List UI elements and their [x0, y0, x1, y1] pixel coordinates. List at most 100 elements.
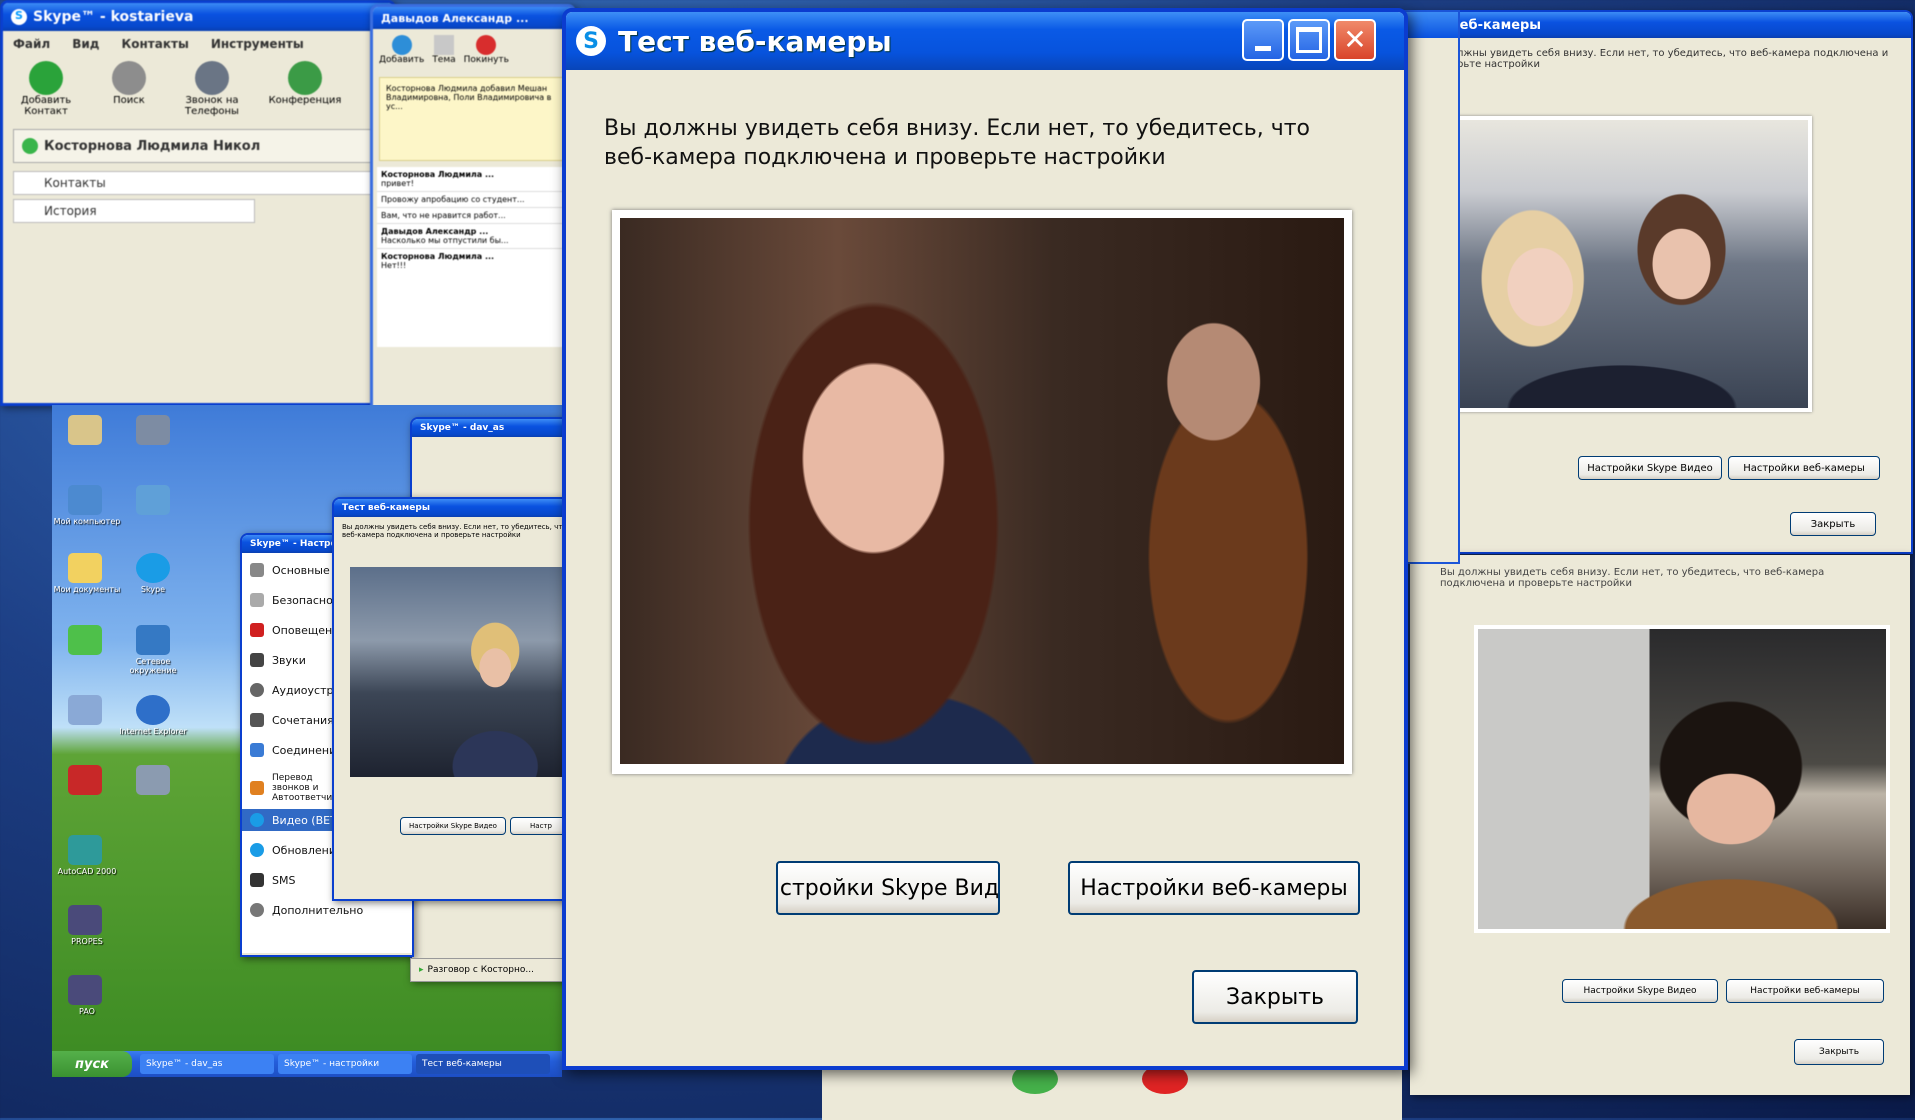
connection-icon — [250, 743, 264, 757]
maximize-icon — [1296, 27, 1322, 53]
search-button[interactable]: Поиск — [99, 61, 159, 117]
taskbar: пуск Skype™ - dav_as Skype™ - настройки … — [52, 1051, 562, 1077]
right-test-instruction: Вы должны увидеть себя внизу. Если нет, … — [1426, 48, 1889, 70]
internet-explorer-icon[interactable] — [136, 695, 170, 725]
desktop-skype-video-settings-button[interactable]: Настройки Skype Видео — [400, 817, 506, 835]
keyboard-icon — [250, 713, 264, 727]
pao-icon[interactable] — [68, 975, 102, 1005]
right-bottom-test-window: Вы должны увидеть себя внизу. Если нет, … — [1410, 555, 1910, 1095]
maximize-button[interactable] — [1288, 19, 1330, 61]
call-phones-button[interactable]: Звонок на Телефоны — [177, 61, 247, 117]
chat-leave-label: Покинуть — [463, 55, 509, 65]
history-tab[interactable]: История — [13, 199, 255, 223]
right-bottom-skype-video-settings-button[interactable]: Настройки Skype Видео — [1562, 979, 1718, 1003]
ie-icon[interactable] — [68, 485, 102, 515]
settings-item-sounds[interactable]: Звуки — [250, 653, 306, 667]
skype-main-titlebar: S Skype™ - kostarieva — [3, 3, 393, 31]
main-test-title: Тест веб-камеры — [618, 24, 892, 58]
autocad-icon[interactable] — [68, 835, 102, 865]
network-places-icon[interactable] — [136, 625, 170, 655]
network-places-label: Сетевое окружение — [129, 657, 177, 675]
propes-label: PROPES — [71, 937, 103, 946]
network-icon[interactable] — [136, 485, 170, 515]
desktop-skype-titlebar: Skype™ - dav_as — [412, 419, 562, 437]
leave-icon — [476, 35, 497, 55]
phone-icon — [195, 61, 229, 95]
skype-main-title: Skype™ - kostarieva — [33, 9, 194, 25]
chat-add-button[interactable]: Добавить — [379, 35, 424, 65]
call-phones-label: Звонок на Телефоны — [185, 95, 239, 117]
settings-item-updates[interactable]: Обновления — [250, 843, 343, 857]
conference-button[interactable]: Конференция — [265, 61, 345, 117]
settings-item-general[interactable]: Основные — [250, 563, 330, 577]
flag-icon — [250, 623, 264, 637]
internet-explorer-label: Internet Explorer — [119, 727, 187, 736]
settings-item-label: Основные — [272, 563, 330, 577]
settings-item-sms[interactable]: SMS — [250, 873, 295, 887]
folder-icon[interactable] — [68, 625, 102, 655]
taskbar-task[interactable]: Skype™ - настройки — [278, 1054, 412, 1074]
menu-view[interactable]: Вид — [72, 37, 99, 51]
chat-topic-button[interactable]: Тема — [432, 35, 456, 65]
add-contact-label: Добавить Контакт — [20, 95, 72, 117]
conference-icon — [288, 61, 322, 95]
right-skype-video-settings-button[interactable]: Настройки Skype Видео — [1578, 456, 1722, 480]
menu-file[interactable]: Файл — [13, 37, 50, 51]
general-icon — [250, 563, 264, 577]
chat-leave-button[interactable]: Покинуть — [464, 35, 509, 65]
minimize-button[interactable] — [1242, 19, 1284, 61]
acrobat-icon[interactable] — [68, 765, 102, 795]
chat-text: Нет!!! — [381, 261, 407, 270]
gear-icon — [250, 903, 264, 917]
settings-item-advanced[interactable]: Дополнительно — [250, 903, 363, 917]
my-documents-icon[interactable] — [68, 553, 102, 583]
skype-desktop-icon[interactable] — [136, 553, 170, 583]
settings-item-connection[interactable]: Соединение — [250, 743, 343, 757]
video-icon — [250, 813, 264, 827]
recycle-bin-icon[interactable] — [136, 415, 170, 445]
skype-video-settings-button[interactable]: Настройки Skype Видео — [776, 861, 1000, 915]
right-bottom-webcam-settings-button[interactable]: Настройки веб-камеры — [1726, 979, 1884, 1003]
my-documents-label: Мои документы — [53, 585, 121, 594]
menu-contacts[interactable]: Контакты — [121, 37, 188, 51]
menu-tools[interactable]: Инструменты — [211, 37, 304, 51]
start-button[interactable]: пуск — [52, 1051, 132, 1077]
webcam-settings-button[interactable]: Настройки веб-камеры — [1068, 861, 1360, 915]
hidden-window-title-strip — [1402, 12, 1458, 38]
desktop-test-titlebar: Тест веб-камеры — [334, 499, 562, 517]
chat-window: Давыдов Александр ... Добавить Тема Поки… — [370, 4, 576, 410]
right-bottom-video-preview — [1474, 625, 1890, 933]
taskbar-task-active[interactable]: Тест веб-камеры — [416, 1054, 550, 1074]
desktop-test-instruction: Вы должны увидеть себя внизу. Если нет, … — [342, 523, 562, 539]
search-icon — [112, 61, 146, 95]
right-close-button[interactable]: Закрыть — [1790, 512, 1876, 536]
right-webcam-settings-button[interactable]: Настройки веб-камеры — [1728, 456, 1880, 480]
add-contact-button[interactable]: Добавить Контакт — [11, 61, 81, 117]
desktop-test-video-preview — [350, 567, 562, 777]
skype-status-bar[interactable]: Косторнова Людмила Никол — [13, 129, 383, 163]
close-button[interactable]: Закрыть — [1192, 970, 1358, 1024]
desktop-webcam-settings-button[interactable]: Настр — [510, 817, 562, 835]
settings-item-label: SMS — [272, 873, 296, 887]
chat-titlebar: Давыдов Александр ... — [373, 7, 573, 29]
propes-icon[interactable] — [68, 905, 102, 935]
close-window-button[interactable]: ✕ — [1334, 19, 1376, 61]
main-test-window: S Тест веб-камеры ✕ Вы должны увидеть се… — [562, 8, 1408, 1070]
right-bottom-close-button[interactable]: Закрыть — [1794, 1039, 1884, 1065]
main-test-video-preview — [620, 218, 1344, 764]
status-name: Косторнова Людмила Никол — [44, 138, 261, 154]
my-computer-icon[interactable] — [68, 415, 102, 445]
skype-title-icon: S — [576, 26, 606, 56]
chat-add-label: Добавить — [379, 55, 425, 65]
right-test-video-preview — [1432, 116, 1812, 412]
taskbar-task[interactable]: Skype™ - dav_as — [140, 1054, 274, 1074]
contacts-tab[interactable]: Контакты — [13, 171, 383, 195]
main-test-instruction: Вы должны увидеть себя внизу. Если нет, … — [604, 116, 1310, 170]
search-label: Поиск — [113, 95, 145, 106]
sms-icon — [250, 873, 264, 887]
update-icon — [250, 843, 264, 857]
skype-chat-taskbar[interactable]: ▸ Разговор с Косторно... — [410, 958, 572, 982]
computer2-icon[interactable] — [68, 695, 102, 725]
program-icon[interactable] — [136, 765, 170, 795]
chat-message: Вам, что не нравится работ... — [377, 208, 569, 224]
